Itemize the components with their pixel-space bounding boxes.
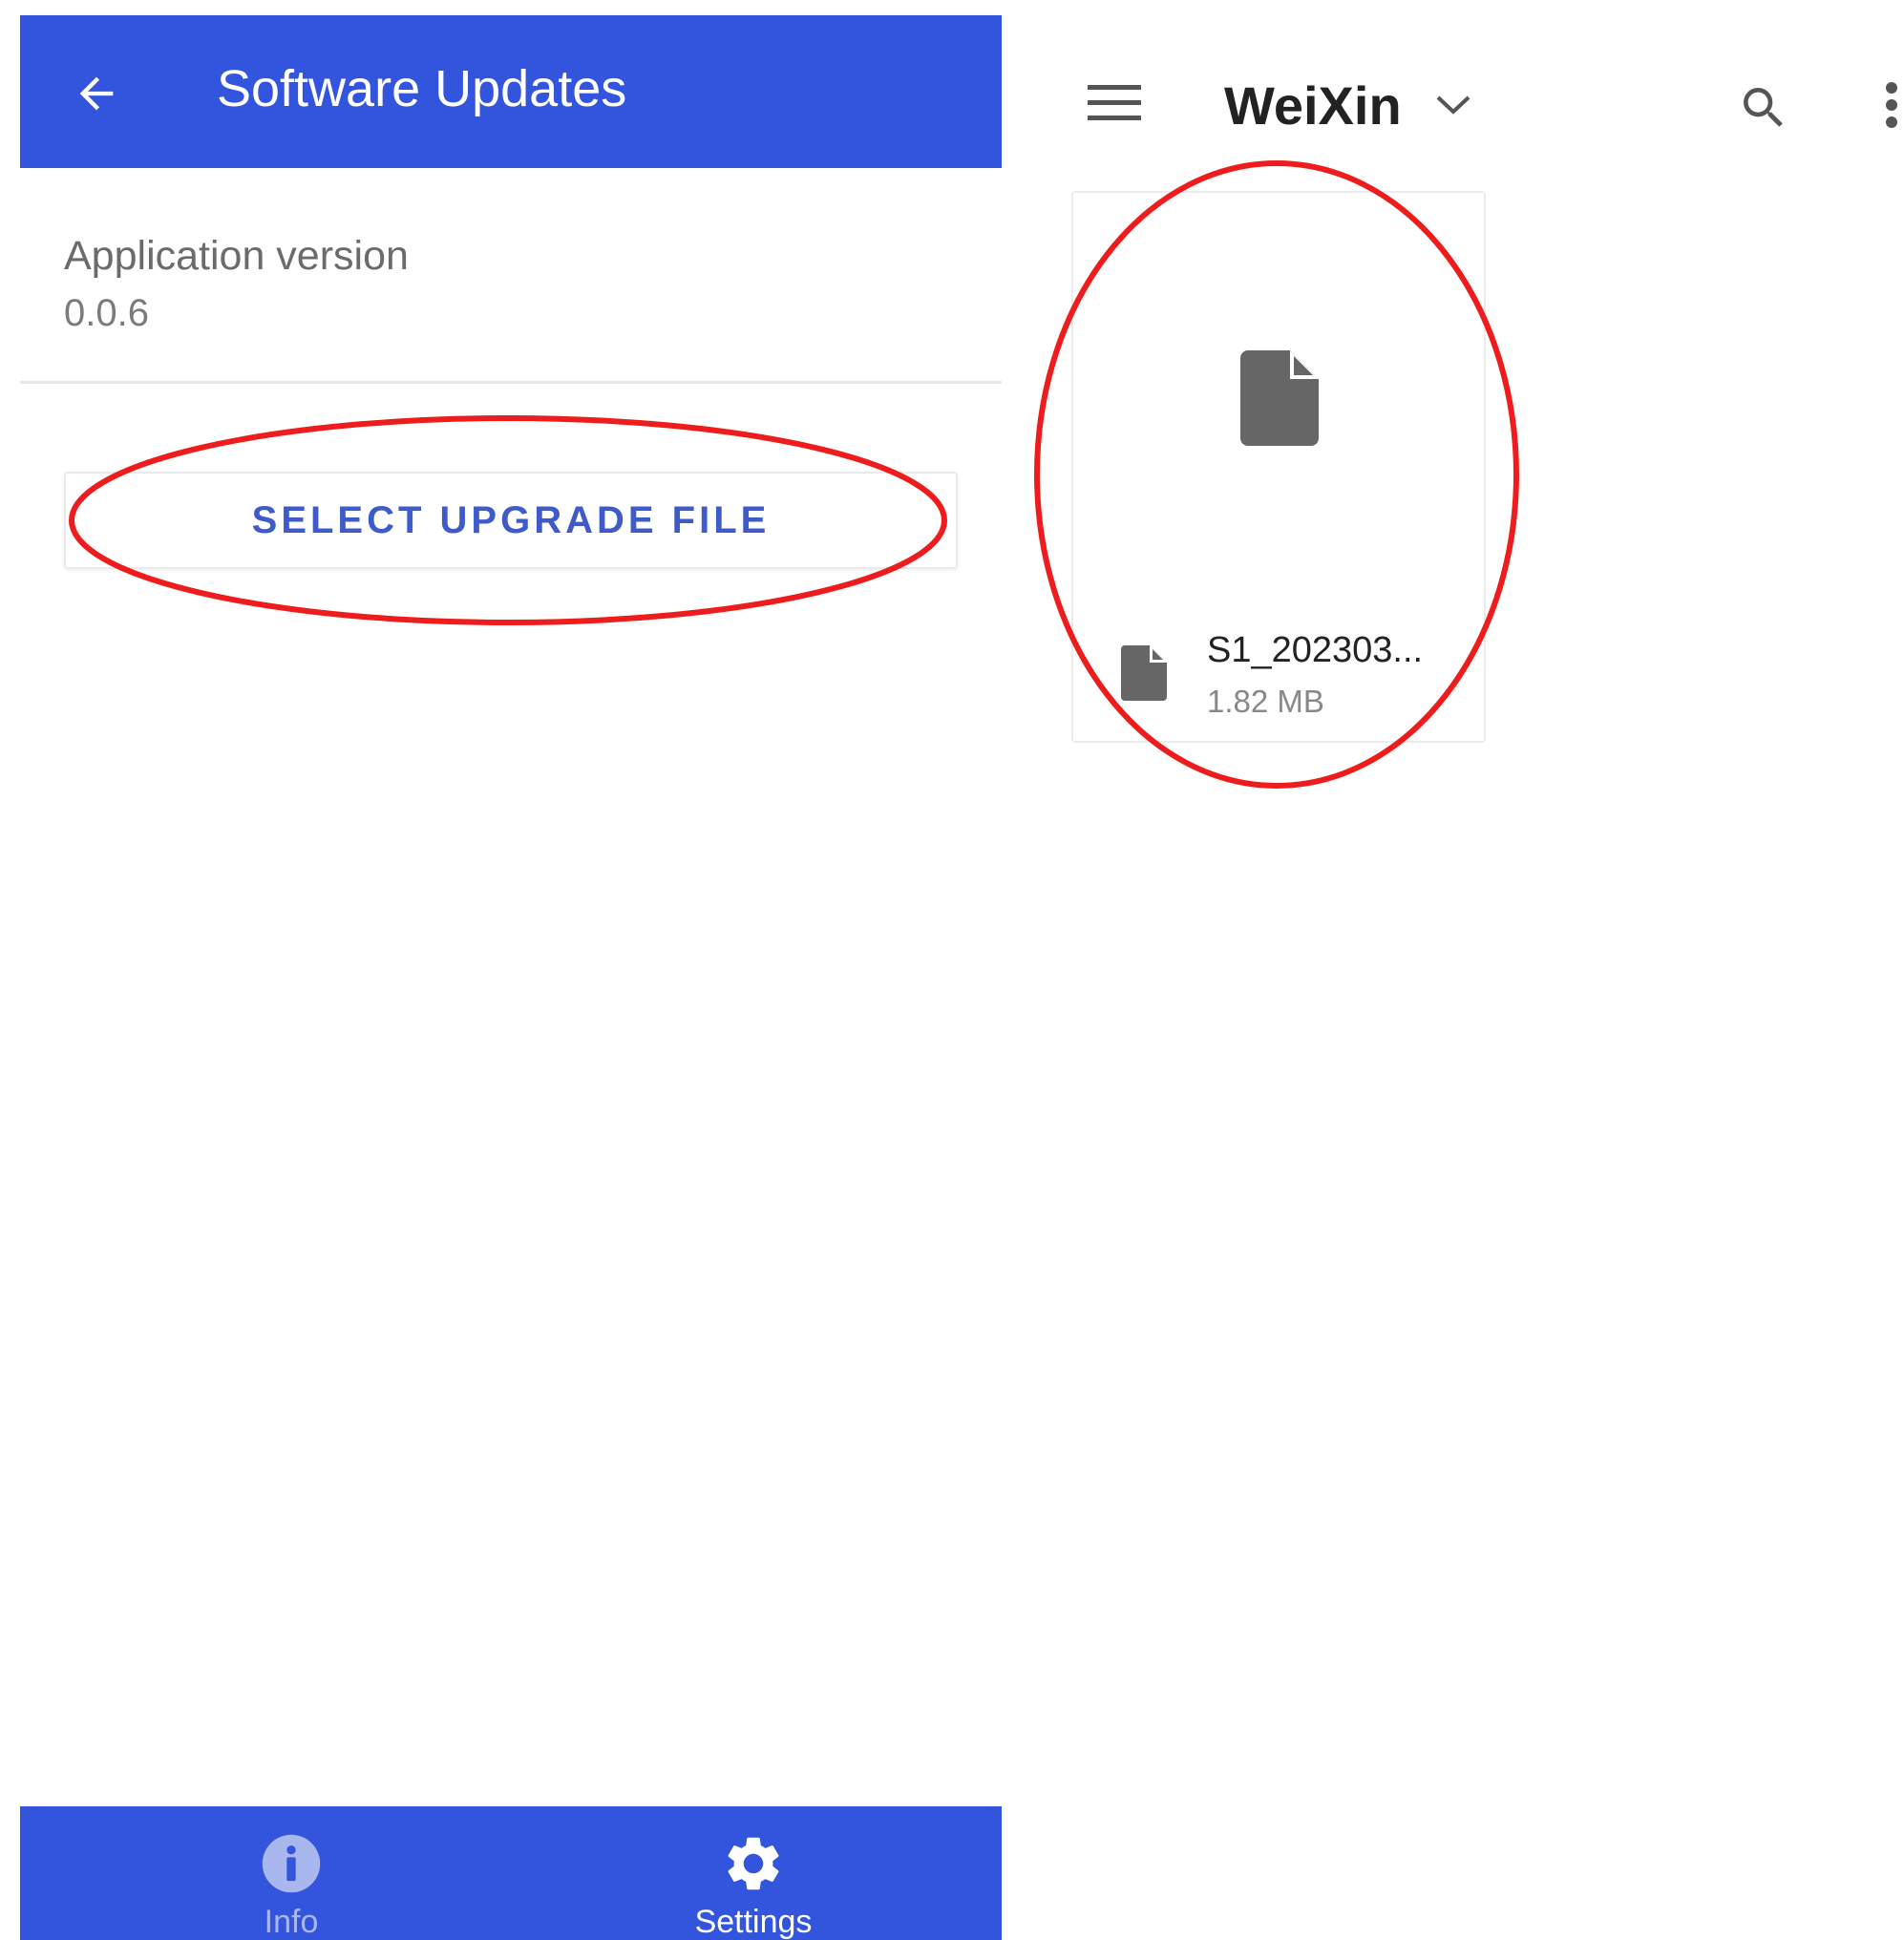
file-card[interactable]: S1_202303... 1.82 MB (1071, 191, 1486, 743)
back-button[interactable] (68, 65, 125, 122)
software-updates-screen: Software Updates Application version 0.0… (20, 15, 1002, 1940)
more-vert-icon (1886, 82, 1897, 128)
application-version-label: Application version (64, 233, 409, 279)
search-button[interactable] (1730, 74, 1797, 141)
nav-item-settings[interactable]: Settings (629, 1806, 878, 1940)
info-icon (259, 1831, 324, 1896)
select-upgrade-file-label: SELECT UPGRADE FILE (251, 498, 771, 541)
page-title: Software Updates (217, 60, 627, 117)
file-picker-screen: WeiXin S1_202303... 1.82 MB (1014, 0, 1904, 1940)
bottom-navigation: Info Settings (20, 1806, 1002, 1940)
select-upgrade-file-button[interactable]: SELECT UPGRADE FILE (64, 472, 958, 569)
search-icon (1744, 88, 1783, 127)
chevron-down-icon (1436, 95, 1470, 115)
application-version-row: Application version 0.0.6 (20, 214, 1002, 384)
arrow-back-icon (79, 76, 114, 111)
application-version-value: 0.0.6 (64, 292, 149, 334)
nav-label-settings: Settings (694, 1904, 813, 1940)
more-options-button[interactable] (1879, 76, 1904, 143)
folder-dropdown-button[interactable] (1429, 84, 1477, 126)
gear-icon (721, 1831, 786, 1896)
screenshot-root: Software Updates Application version 0.0… (0, 0, 1904, 1940)
file-name: S1_202303... (1207, 630, 1424, 670)
nav-item-info[interactable]: Info (167, 1806, 415, 1940)
file-icon (1240, 350, 1319, 446)
nav-label-info: Info (264, 1904, 319, 1940)
hamburger-menu-icon (1088, 85, 1141, 120)
app-bar: Software Updates (20, 15, 1002, 168)
menu-button[interactable] (1076, 74, 1153, 132)
file-type-icon (1121, 645, 1167, 701)
file-size: 1.82 MB (1207, 684, 1324, 719)
folder-title: WeiXin (1224, 75, 1402, 136)
